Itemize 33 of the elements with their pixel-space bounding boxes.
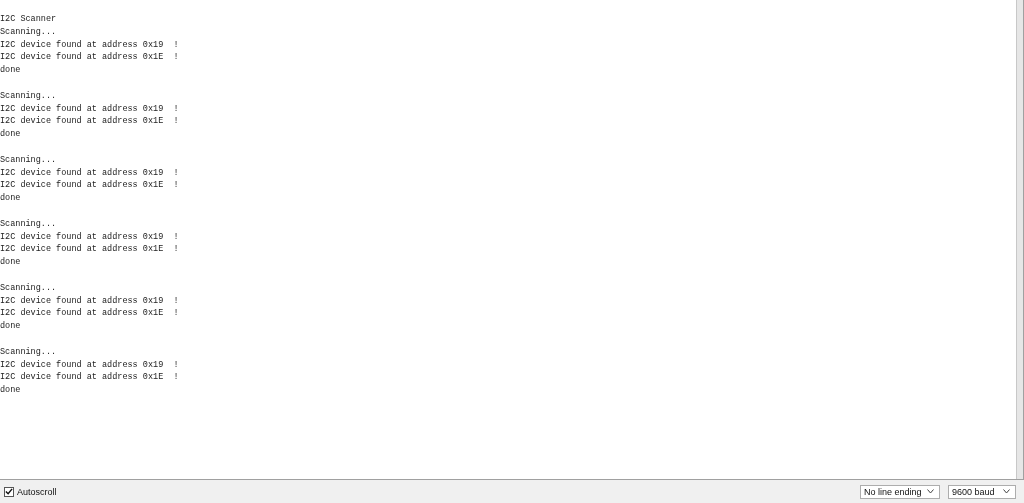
line-ending-dropdown[interactable]: No line ending: [860, 484, 940, 499]
output-line: I2C device found at address 0x1E !: [0, 115, 179, 129]
chevron-down-icon: [927, 489, 934, 494]
checkbox[interactable]: [4, 486, 14, 497]
chevron-down-icon: [1003, 489, 1010, 494]
output-line: I2C device found at address 0x19 !: [0, 102, 179, 116]
output-line: I2C Scanner: [0, 13, 57, 26]
output-line: I2C device found at address 0x19 !: [0, 294, 179, 308]
output-line: I2C device found at address 0x1E !: [0, 243, 179, 257]
output-line: Scanning...: [0, 281, 57, 295]
baud-rate-dropdown[interactable]: 9600 baud: [948, 484, 1016, 499]
output-line: done: [0, 256, 21, 269]
autoscroll-label: Autoscroll: [17, 486, 57, 497]
output-line: I2C device found at address 0x1E !: [0, 307, 179, 321]
output-line: done: [0, 128, 21, 141]
output-line: done: [0, 64, 21, 77]
output-line: done: [0, 384, 21, 397]
output-line: I2C device found at address 0x19 !: [0, 166, 179, 180]
output-line: Scanning...: [0, 89, 57, 103]
output-line: I2C device found at address 0x1E !: [0, 371, 179, 385]
output-line: I2C device found at address 0x19 !: [0, 230, 179, 244]
output-line: Scanning...: [0, 153, 57, 167]
autoscroll-checkbox[interactable]: Autoscroll: [4, 486, 57, 497]
output-line: done: [0, 320, 21, 333]
output-line: Scanning...: [0, 25, 57, 39]
output-line: Scanning...: [0, 217, 57, 231]
output-line: I2C device found at address 0x1E !: [0, 179, 179, 193]
output-line: I2C device found at address 0x19 !: [0, 358, 179, 372]
output-line: I2C device found at address 0x1E !: [0, 51, 179, 65]
output-line: done: [0, 192, 21, 205]
checkmark-icon: [5, 487, 13, 496]
output-line: I2C device found at address 0x19 !: [0, 38, 179, 52]
output-line: Scanning...: [0, 345, 57, 359]
